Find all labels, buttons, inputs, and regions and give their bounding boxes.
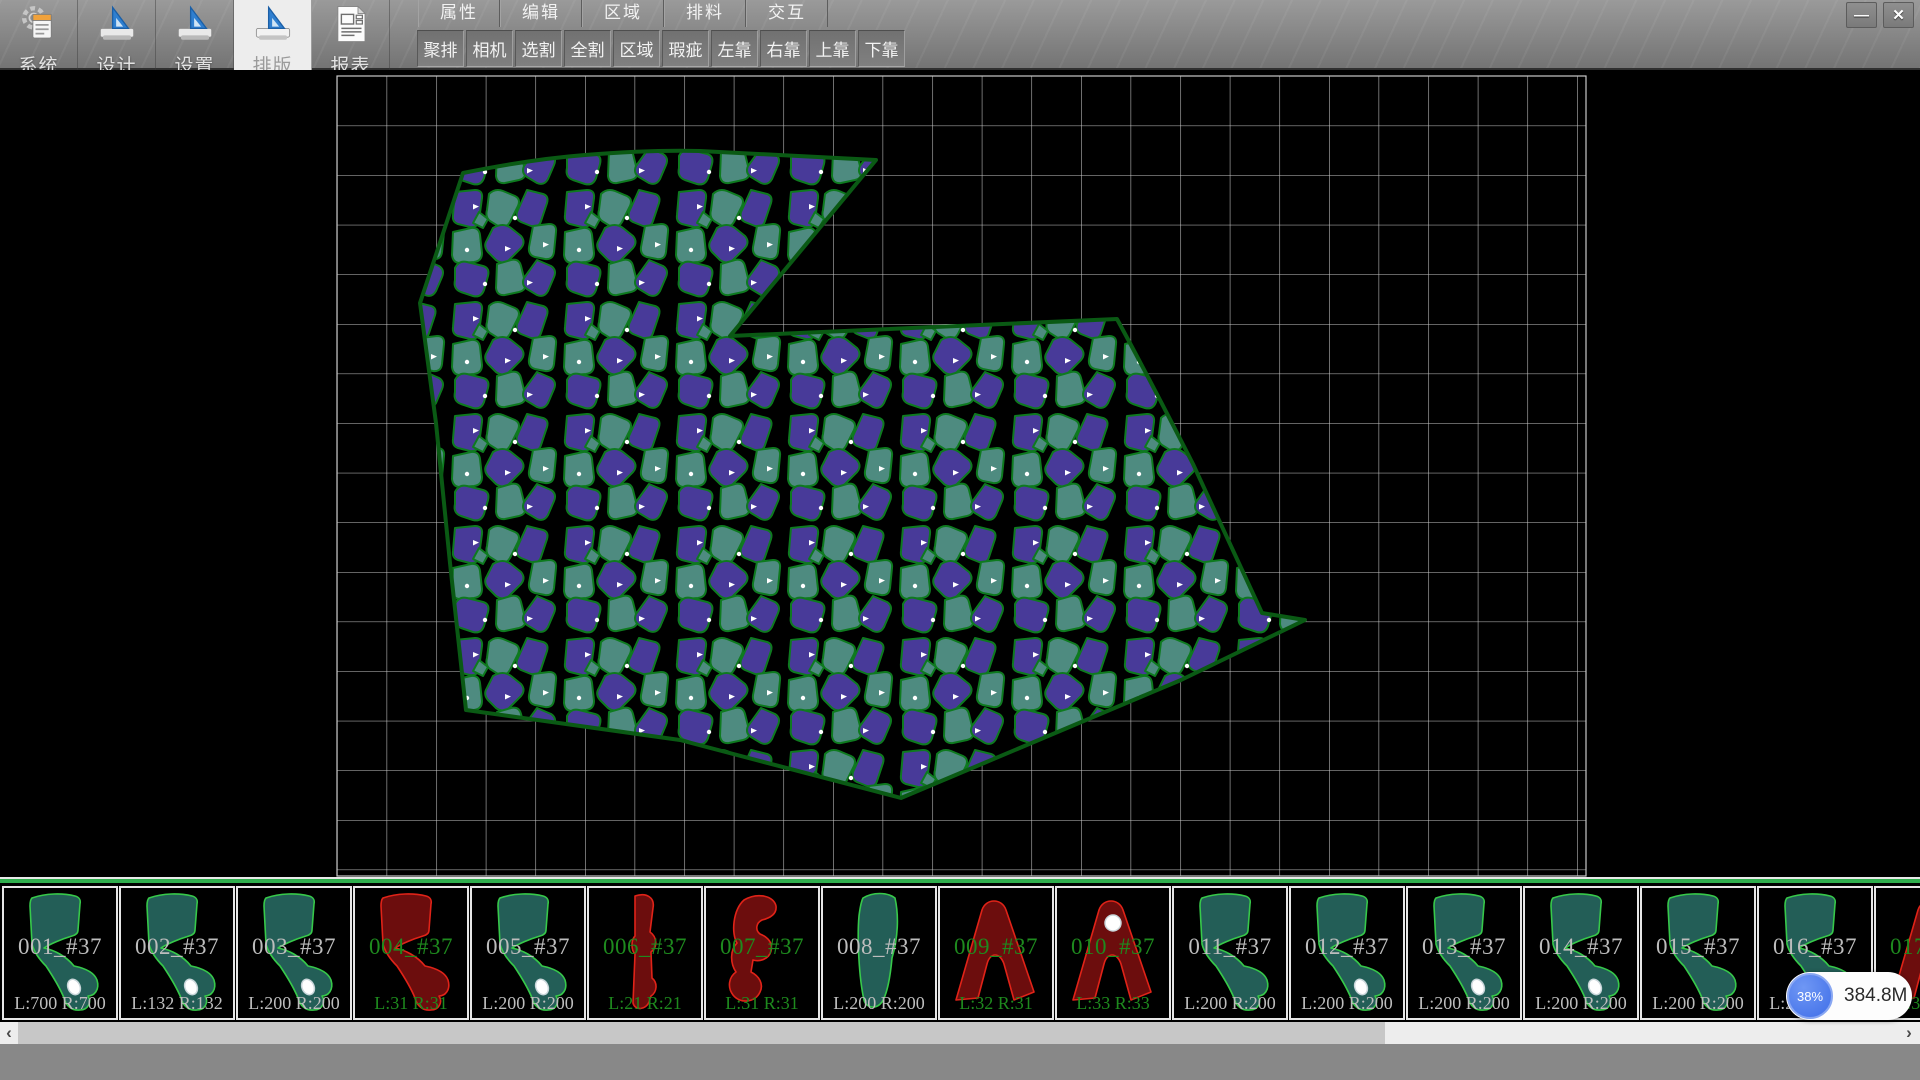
piece-id: 011_#37	[1174, 934, 1286, 960]
piece-id: 009_#37	[940, 934, 1052, 960]
tool-button-相机[interactable]: 相机	[466, 30, 513, 67]
piece-lr-count: L:31 R:31	[355, 993, 467, 1014]
menu-item-属性[interactable]: 属性	[418, 0, 500, 27]
piece-thumbnail[interactable]: 013_#37 L:200 R:200	[1406, 886, 1522, 1020]
tool-button-全割[interactable]: 全割	[564, 30, 611, 67]
piece-lr-count: L:200 R:200	[823, 993, 935, 1014]
piece-thumbnail[interactable]: 003_#37 L:200 R:200	[236, 886, 352, 1020]
status-bar	[0, 1044, 1920, 1080]
menu-item-排料[interactable]: 排料	[664, 0, 746, 27]
tool-button-右靠[interactable]: 右靠	[760, 30, 807, 67]
piece-lr-count: L:200 R:200	[1642, 993, 1754, 1014]
tool-button-下靠[interactable]: 下靠	[858, 30, 905, 67]
pieces-strip: 001_#37L:700 R:700002_#37L:132 R:132003_…	[0, 883, 1920, 1022]
tool-button-选割[interactable]: 选割	[515, 30, 562, 67]
piece-thumbnail[interactable]: 001_#37 L:700 R:700	[2, 886, 118, 1020]
piece-lr-count: L:200 R:200	[472, 993, 584, 1014]
piece-id: 002_#37	[121, 934, 233, 960]
piece-thumbnail[interactable]: 006_#37 L:21 R:21	[587, 886, 703, 1020]
scroll-right-icon[interactable]: ›	[1900, 1022, 1918, 1044]
piece-id: 008_#37	[823, 934, 935, 960]
piece-id: 001_#37	[4, 934, 116, 960]
piece-thumbnail[interactable]: 009_#37 L:32 R:31	[938, 886, 1054, 1020]
report-icon	[330, 3, 372, 50]
tool-button-瑕疵[interactable]: 瑕疵	[662, 30, 709, 67]
piece-id: 007_#37	[706, 934, 818, 960]
tool-bar: 聚排相机选割全割区域瑕疵左靠右靠上靠下靠	[417, 30, 907, 67]
piece-lr-count: L:200 R:200	[1525, 993, 1637, 1014]
piece-lr-count: L:200 R:200	[238, 993, 350, 1014]
menu-item-交互[interactable]: 交互	[746, 0, 828, 27]
app-tab-设计[interactable]: 设计	[78, 0, 156, 70]
settings-icon	[174, 3, 216, 50]
piece-thumbnail[interactable]: 015_#37 L:200 R:200	[1640, 886, 1756, 1020]
piece-id: 016_#37	[1759, 934, 1871, 960]
menu-item-区域[interactable]: 区域	[582, 0, 664, 27]
layout-icon	[252, 3, 294, 50]
app-window: 系统设计设置排版报表 属性编辑区域排料交互 聚排相机选割全割区域瑕疵左靠右靠上靠…	[0, 0, 1920, 1080]
close-button[interactable]: ✕	[1883, 2, 1914, 28]
app-tab-设置[interactable]: 设置	[156, 0, 234, 70]
piece-id: 004_#37	[355, 934, 467, 960]
piece-id: 006_#37	[589, 934, 701, 960]
piece-thumbnail[interactable]: 002_#37 L:132 R:132	[119, 886, 235, 1020]
menu-item-编辑[interactable]: 编辑	[500, 0, 582, 27]
scrollbar-thumb[interactable]	[18, 1022, 1385, 1044]
nesting-view	[0, 70, 1920, 877]
horizontal-scrollbar[interactable]: ‹ ›	[0, 1022, 1920, 1044]
scroll-left-icon[interactable]: ‹	[0, 1022, 18, 1044]
piece-id: 014_#37	[1525, 934, 1637, 960]
piece-lr-count: L:132 R:132	[121, 993, 233, 1014]
piece-thumbnail[interactable]: 007_#37 L:31 R:31	[704, 886, 820, 1020]
piece-id: 017_#37	[1876, 934, 1920, 960]
memory-value: 384.8M	[1844, 985, 1907, 1007]
piece-thumbnail[interactable]: 014_#37 L:200 R:200	[1523, 886, 1639, 1020]
minimize-button[interactable]: —	[1846, 2, 1877, 28]
piece-thumbnail[interactable]: 008_#37 L:200 R:200	[821, 886, 937, 1020]
system-icon	[18, 3, 60, 50]
piece-lr-count: L:32 R:31	[940, 993, 1052, 1014]
app-tabs: 系统设计设置排版报表	[0, 0, 390, 70]
window-controls: — ✕	[1846, 2, 1914, 28]
piece-thumbnail[interactable]: 010_#37 L:33 R:33	[1055, 886, 1171, 1020]
piece-thumbnail[interactable]: 004_#37 L:31 R:31	[353, 886, 469, 1020]
piece-thumbnail[interactable]: 011_#37 L:200 R:200	[1172, 886, 1288, 1020]
piece-lr-count: L:21 R:21	[589, 993, 701, 1014]
piece-lr-count: L:200 R:200	[1291, 993, 1403, 1014]
progress-circle: 38%	[1787, 973, 1833, 1019]
piece-lr-count: L:31 R:31	[706, 993, 818, 1014]
app-tab-系统[interactable]: 系统	[0, 0, 78, 70]
piece-id: 015_#37	[1642, 934, 1754, 960]
tool-button-区域[interactable]: 区域	[613, 30, 660, 67]
titlebar: 系统设计设置排版报表 属性编辑区域排料交互 聚排相机选割全割区域瑕疵左靠右靠上靠…	[0, 0, 1920, 70]
piece-id: 005_#37	[472, 934, 584, 960]
piece-lr-count: L:33 R:33	[1057, 993, 1169, 1014]
app-tab-报表[interactable]: 报表	[312, 0, 390, 70]
piece-id: 003_#37	[238, 934, 350, 960]
tool-button-上靠[interactable]: 上靠	[809, 30, 856, 67]
app-tab-排版[interactable]: 排版	[234, 0, 312, 70]
design-icon	[96, 3, 138, 50]
menu-bar: 属性编辑区域排料交互	[418, 0, 828, 27]
nesting-canvas[interactable]	[0, 70, 1920, 877]
piece-id: 013_#37	[1408, 934, 1520, 960]
tool-button-左靠[interactable]: 左靠	[711, 30, 758, 67]
tool-button-聚排[interactable]: 聚排	[417, 30, 464, 67]
piece-id: 012_#37	[1291, 934, 1403, 960]
piece-lr-count: L:200 R:200	[1174, 993, 1286, 1014]
piece-lr-count: L:200 R:200	[1408, 993, 1520, 1014]
memory-badge[interactable]: 38% 384.8M	[1786, 972, 1912, 1020]
piece-thumbnail[interactable]: 005_#37 L:200 R:200	[470, 886, 586, 1020]
piece-lr-count: L:700 R:700	[4, 993, 116, 1014]
piece-id: 010_#37	[1057, 934, 1169, 960]
piece-thumbnail[interactable]: 012_#37 L:200 R:200	[1289, 886, 1405, 1020]
